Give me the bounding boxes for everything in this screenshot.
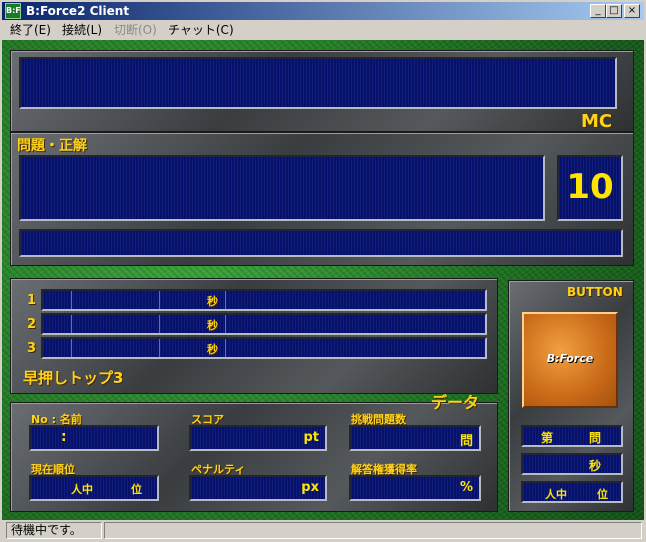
top3-rank-1: 1 bbox=[27, 293, 37, 308]
mc-panel: MC bbox=[10, 50, 634, 132]
question-number-field: 第 問 bbox=[521, 425, 623, 447]
menu-disconnect[interactable]: 切断(O) bbox=[114, 22, 157, 38]
rank-field: 人中 位 bbox=[29, 475, 159, 501]
menu-exit[interactable]: 終了(E) bbox=[10, 22, 51, 38]
title-bar[interactable]: B:F B:Force2 Client _ □ × bbox=[2, 2, 644, 20]
buzzer-label: B:Force bbox=[546, 352, 594, 365]
top3-rank-3: 3 bbox=[27, 341, 37, 356]
top3-panel: 1 秒 2 秒 3 秒 早押しトップ3 bbox=[10, 278, 498, 394]
question-screen bbox=[19, 155, 545, 221]
score-field: pt bbox=[189, 425, 327, 451]
rate-field: % bbox=[349, 475, 481, 501]
question-number-prefix: 第 bbox=[541, 431, 554, 445]
menu-chat[interactable]: チャット(C) bbox=[168, 22, 234, 38]
top3-label: 早押しトップ3 bbox=[23, 369, 124, 387]
app-window: B:F B:Force2 Client _ □ × 終了(E) 接続(L) 切断… bbox=[0, 0, 646, 542]
top3-row-1: 秒 bbox=[41, 289, 487, 311]
penalty-field: px bbox=[189, 475, 327, 501]
answer-screen bbox=[19, 229, 623, 257]
question-number-unit: 問 bbox=[589, 431, 602, 445]
no-name-value: : bbox=[61, 429, 67, 445]
data-panel: データ No : 名前 : スコア pt 挑戦問題数 問 現在順位 人中 位 ペ… bbox=[10, 393, 498, 512]
buzzer-button[interactable]: B:Force bbox=[522, 312, 618, 408]
timer-screen: 10 bbox=[557, 155, 623, 221]
challenge-field: 問 bbox=[349, 425, 481, 451]
top3-rank-2: 2 bbox=[27, 317, 37, 332]
button-panel-label: BUTTON bbox=[567, 285, 623, 299]
window-title: B:Force2 Client bbox=[26, 4, 130, 18]
question-panel: 問題・正解 10 bbox=[10, 132, 634, 266]
top3-sec-unit-2: 秒 bbox=[207, 319, 218, 332]
rank-unit: 位 bbox=[131, 483, 142, 496]
top3-sec-unit-3: 秒 bbox=[207, 343, 218, 356]
button-rank-field: 人中 位 bbox=[521, 481, 623, 503]
menu-bar: 終了(E) 接続(L) 切断(O) チャット(C) bbox=[2, 21, 644, 39]
game-area: MC 問題・正解 10 1 秒 2 秒 3 秒 早押しトップ3 データ No:… bbox=[2, 40, 644, 520]
rank-people: 人中 bbox=[71, 483, 93, 496]
close-button[interactable]: × bbox=[624, 4, 640, 18]
app-icon[interactable]: B:F bbox=[5, 3, 21, 19]
top3-sec-unit-1: 秒 bbox=[207, 295, 218, 308]
button-rank-unit: 位 bbox=[597, 488, 608, 501]
button-rank-people: 人中 bbox=[545, 488, 567, 501]
mc-message-screen bbox=[19, 57, 617, 109]
penalty-unit: px bbox=[301, 480, 319, 495]
maximize-button[interactable]: □ bbox=[606, 4, 622, 18]
score-unit: pt bbox=[303, 430, 319, 445]
menu-connect[interactable]: 接続(L) bbox=[62, 22, 102, 38]
data-label: データ bbox=[431, 393, 480, 412]
answer-seconds-field: 秒 bbox=[521, 453, 623, 475]
minimize-button[interactable]: _ bbox=[590, 4, 606, 18]
rate-unit: % bbox=[459, 480, 473, 495]
mc-label: MC bbox=[581, 111, 613, 132]
status-text: 待機中です。 bbox=[6, 522, 102, 539]
status-pane-secondary bbox=[104, 522, 642, 539]
top3-row-3: 秒 bbox=[41, 337, 487, 359]
answer-seconds-unit: 秒 bbox=[589, 459, 602, 473]
no-name-field: : bbox=[29, 425, 159, 451]
challenge-unit: 問 bbox=[459, 434, 473, 449]
top3-row-2: 秒 bbox=[41, 313, 487, 335]
timer-value: 10 bbox=[566, 167, 614, 207]
question-label: 問題・正解 bbox=[17, 138, 87, 154]
status-bar: 待機中です。 bbox=[2, 521, 644, 540]
